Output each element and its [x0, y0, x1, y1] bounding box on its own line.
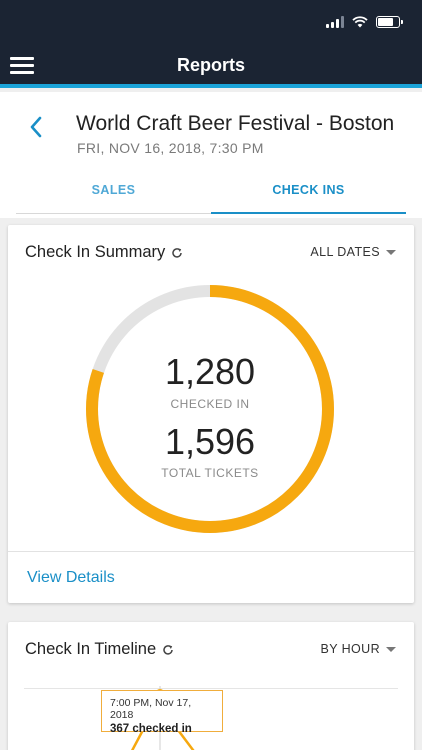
tab-sales[interactable]: SALES [16, 172, 211, 214]
checked-in-count: 1,280 [164, 351, 256, 392]
caret-down-icon [386, 249, 396, 255]
summary-title-text: Check In Summary [25, 243, 166, 261]
interval-filter-label: BY HOUR [320, 642, 380, 656]
event-title: World Craft Beer Festival - Boston [76, 112, 395, 135]
tooltip-value: 367 checked in [110, 723, 192, 735]
check-in-timeline-card: Check In Timeline BY HOUR 7:00 PM, Nov 1… [8, 622, 414, 750]
card-divider [8, 551, 414, 552]
status-bar [0, 0, 422, 44]
back-chevron-icon[interactable] [26, 114, 46, 140]
event-header: World Craft Beer Festival - Boston FRI, … [0, 92, 422, 218]
refresh-icon[interactable] [162, 644, 174, 656]
total-tickets-count: 1,596 [164, 421, 256, 462]
date-filter-dropdown[interactable]: ALL DATES [310, 245, 396, 259]
summary-title: Check In Summary [25, 243, 183, 262]
timeline-title-text: Check In Timeline [25, 640, 157, 658]
page-title: Reports [176, 55, 245, 75]
caret-down-icon [386, 646, 396, 652]
refresh-icon[interactable] [171, 247, 183, 259]
cellular-signal-icon [326, 16, 344, 28]
check-in-summary-card: Check In Summary ALL DATES 1,280 CHECKED… [8, 225, 414, 603]
view-details-link[interactable]: View Details [27, 569, 115, 587]
status-icons [326, 14, 403, 30]
tab-check-ins[interactable]: CHECK INS [211, 172, 406, 214]
interval-filter-dropdown[interactable]: BY HOUR [320, 642, 396, 656]
wifi-icon [352, 16, 368, 28]
total-tickets-label: TOTAL TICKETS [161, 466, 259, 480]
nav-bar: Reports [0, 44, 422, 88]
event-date: FRI, NOV 16, 2018, 7:30 PM [77, 140, 264, 156]
timeline-title: Check In Timeline [25, 640, 174, 659]
tooltip-time: 7:00 PM, Nov 17, 2018 [110, 697, 192, 721]
timeline-tooltip: 7:00 PM, Nov 17, 2018 367 checked in [101, 690, 223, 735]
battery-icon [376, 16, 403, 28]
date-filter-label: ALL DATES [310, 245, 380, 259]
donut-center: 1,280 CHECKED IN 1,596 TOTAL TICKETS [80, 279, 340, 539]
checked-in-label: CHECKED IN [170, 397, 250, 411]
